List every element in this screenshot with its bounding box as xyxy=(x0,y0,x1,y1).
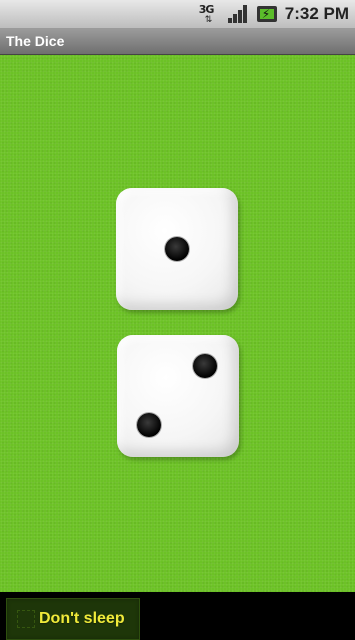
data-arrows-icon: ⇅ xyxy=(204,14,213,24)
die-1[interactable] xyxy=(116,188,238,310)
3g-icon: 3G ⇅ xyxy=(199,3,221,25)
title-bar: The Dice xyxy=(0,29,355,55)
dice-table[interactable]: Don't sleep xyxy=(0,55,355,640)
status-time: 7:32 PM xyxy=(284,4,349,23)
dont-sleep-checkbox[interactable] xyxy=(17,610,35,628)
status-bar: 3G ⇅ ⚡ 7:32 PM xyxy=(0,0,355,29)
die-2[interactable] xyxy=(117,335,239,457)
dont-sleep-label: Don't sleep xyxy=(39,610,125,627)
die-pip xyxy=(137,413,161,437)
die-pip xyxy=(193,354,217,378)
die-pip xyxy=(165,237,189,261)
dont-sleep-toggle[interactable]: Don't sleep xyxy=(6,598,140,640)
status-icons: 3G ⇅ ⚡ 7:32 PM xyxy=(199,2,349,26)
battery-charging-icon: ⚡ xyxy=(255,5,279,23)
app-title: The Dice xyxy=(6,33,65,49)
signal-icon xyxy=(227,3,249,25)
